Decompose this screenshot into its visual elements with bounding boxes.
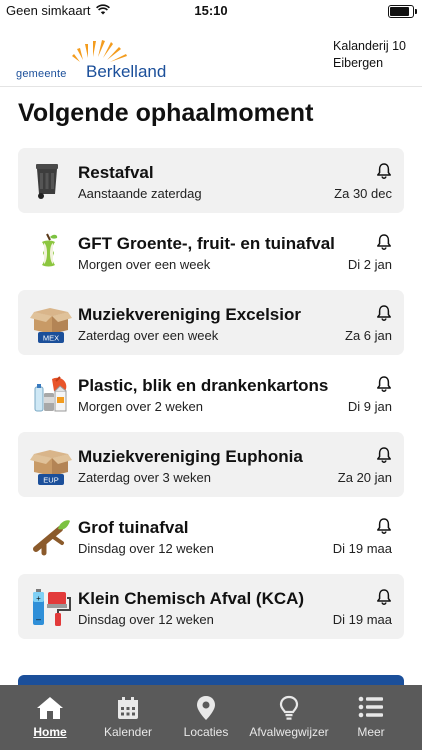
item-title: Klein Chemisch Afval (KCA) bbox=[78, 589, 305, 608]
status-bar: Geen simkaart 15:10 bbox=[0, 0, 422, 22]
box-icon: MEX bbox=[30, 302, 72, 344]
battery-paintbrush-icon: + – bbox=[30, 586, 72, 628]
home-icon bbox=[37, 697, 63, 719]
item-date: Za 20 jan bbox=[337, 470, 392, 485]
item-title: Muziekvereniging Euphonia bbox=[78, 447, 303, 466]
logo-prefix: gemeente bbox=[16, 68, 67, 80]
tab-label: Kalender bbox=[103, 725, 153, 739]
bell-icon[interactable] bbox=[375, 446, 393, 464]
box-icon: EUP bbox=[30, 444, 72, 486]
item-date: Di 2 jan bbox=[347, 257, 392, 272]
box-badge: MEX bbox=[43, 334, 59, 343]
svg-text:–: – bbox=[36, 614, 41, 624]
address[interactable]: Kalanderij 10 Eibergen bbox=[333, 38, 406, 72]
list-item-plastic[interactable]: Plastic, blik en drankenkartons Morgen o… bbox=[18, 361, 404, 426]
blue-action-strip[interactable] bbox=[18, 675, 404, 685]
clock: 15:10 bbox=[194, 3, 228, 18]
plastic-can-carton-icon bbox=[30, 373, 72, 415]
apple-core-icon bbox=[30, 231, 72, 273]
item-subtitle: Morgen over een week bbox=[78, 257, 211, 272]
tab-label: Afvalwegwijzer bbox=[249, 725, 329, 739]
bell-icon[interactable] bbox=[375, 517, 393, 535]
tab-bar: Home Kalender Locaties Afvalwegwijzer Me… bbox=[0, 685, 422, 750]
list-item-kca[interactable]: + – Klein Chemisch Afval (KCA) Dinsdag o… bbox=[18, 574, 404, 639]
tab-meer[interactable]: Meer bbox=[336, 685, 406, 750]
item-subtitle: Dinsdag over 12 weken bbox=[78, 541, 214, 556]
logo-name: Berkelland bbox=[86, 62, 167, 81]
bell-icon[interactable] bbox=[375, 304, 393, 322]
item-subtitle: Morgen over 2 weken bbox=[78, 399, 204, 414]
bell-icon[interactable] bbox=[375, 375, 393, 393]
tab-label: Meer bbox=[357, 725, 385, 739]
tab-kalender[interactable]: Kalender bbox=[82, 685, 174, 750]
item-title: Grof tuinafval bbox=[78, 518, 189, 537]
trash-bin-icon bbox=[30, 160, 72, 202]
list-item-euphonia[interactable]: EUP Muziekvereniging Euphonia Zaterdag o… bbox=[18, 432, 404, 497]
bell-icon[interactable] bbox=[375, 233, 393, 251]
battery-icon bbox=[388, 5, 417, 18]
calendar-icon bbox=[118, 697, 138, 719]
list-item-gft[interactable]: GFT Groente-, fruit- en tuinafval Morgen… bbox=[18, 219, 404, 284]
item-title: GFT Groente-, fruit- en tuinafval bbox=[78, 234, 335, 253]
municipality-logo: gemeente Berkelland bbox=[14, 34, 174, 81]
item-subtitle: Dinsdag over 12 weken bbox=[78, 612, 214, 627]
list-item-excelsior[interactable]: MEX Muziekvereniging Excelsior Zaterdag … bbox=[18, 290, 404, 355]
tab-afvalwegwijzer[interactable]: Afvalwegwijzer bbox=[242, 685, 336, 750]
lightbulb-icon bbox=[279, 695, 299, 720]
bell-icon[interactable] bbox=[375, 588, 393, 606]
sun-logo-icon bbox=[72, 40, 127, 62]
tab-locaties[interactable]: Locaties bbox=[162, 685, 250, 750]
item-title: Muziekvereniging Excelsior bbox=[78, 305, 301, 324]
address-city: Eibergen bbox=[333, 56, 384, 70]
address-street: Kalanderij 10 bbox=[333, 39, 406, 53]
list-item-grof-tuinafval[interactable]: Grof tuinafval Dinsdag over 12 weken Di … bbox=[18, 503, 404, 568]
item-title: Restafval bbox=[78, 163, 154, 182]
bell-icon[interactable] bbox=[375, 162, 393, 180]
branch-icon bbox=[30, 515, 72, 557]
item-date: Za 6 jan bbox=[345, 328, 392, 343]
list-item-restafval[interactable]: Restafval Aanstaande zaterdag Za 30 dec bbox=[18, 148, 404, 213]
item-date: Di 9 jan bbox=[347, 399, 392, 414]
menu-list-icon bbox=[358, 696, 383, 718]
location-pin-icon bbox=[197, 696, 215, 720]
item-subtitle: Aanstaande zaterdag bbox=[78, 186, 202, 201]
item-date: Di 19 maa bbox=[332, 612, 392, 627]
item-title: Plastic, blik en drankenkartons bbox=[78, 376, 329, 395]
item-subtitle: Zaterdag over een week bbox=[78, 328, 219, 343]
item-date: Za 30 dec bbox=[334, 186, 392, 201]
tab-label: Locaties bbox=[183, 725, 229, 739]
item-subtitle: Zaterdag over 3 weken bbox=[78, 470, 211, 485]
collection-list: Restafval Aanstaande zaterdag Za 30 dec … bbox=[18, 148, 404, 645]
svg-text:+: + bbox=[36, 594, 41, 603]
app-header: gemeente Berkelland Kalanderij 10 Eiberg… bbox=[0, 22, 422, 87]
box-badge: EUP bbox=[43, 476, 58, 485]
item-date: Di 19 maa bbox=[332, 541, 392, 556]
page-title: Volgende ophaalmoment bbox=[18, 99, 314, 127]
